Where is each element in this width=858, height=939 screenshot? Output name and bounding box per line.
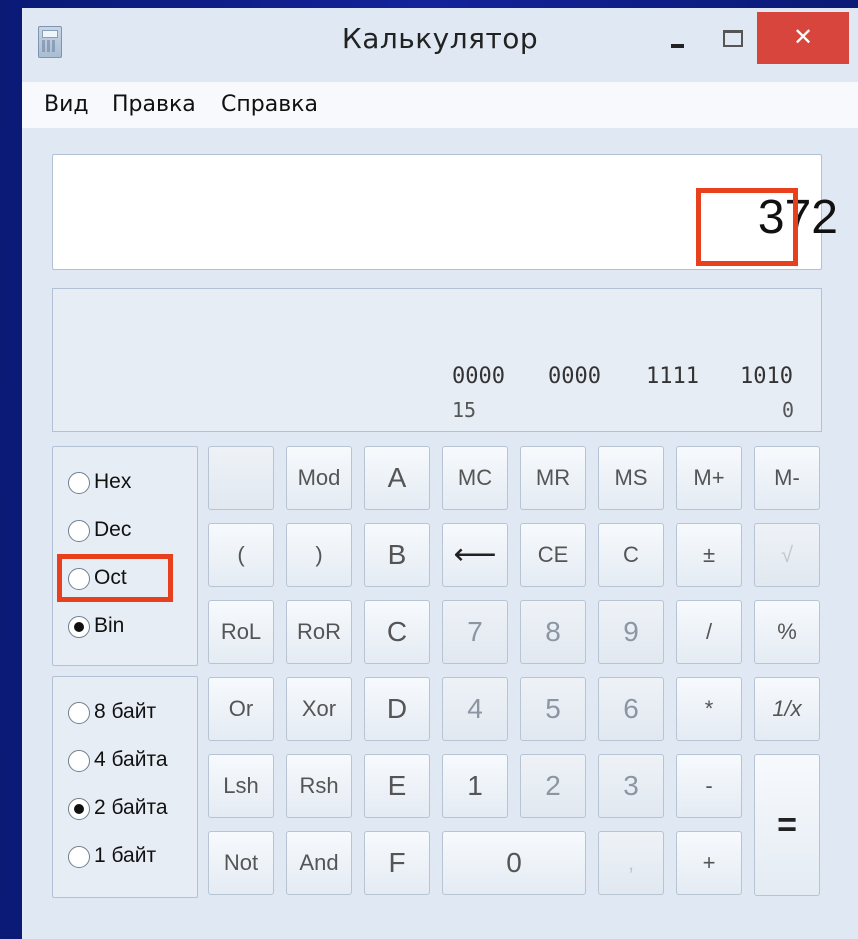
maximize-button[interactable] [717,24,747,54]
digit-4-button[interactable]: 4 [442,677,508,741]
hex-c-button[interactable]: C [364,600,430,664]
multiply-button[interactable]: * [676,677,742,741]
digit-0-button[interactable]: 0 [442,831,586,895]
menu-help[interactable]: Справка [221,92,318,117]
radio-hex-circle[interactable] [68,472,90,494]
digit-1-button[interactable]: 1 [442,754,508,818]
calculator-window: Калькулятор ✕ Вид Правка Справка 372 000… [22,8,858,939]
subtract-button[interactable]: - [676,754,742,818]
digit-3-button[interactable]: 3 [598,754,664,818]
digit-2-button[interactable]: 2 [520,754,586,818]
bit-group-2: 0000 [548,364,601,389]
memory-add-button[interactable]: M+ [676,446,742,510]
hex-b-button[interactable]: B [364,523,430,587]
right-paren-button[interactable]: ) [286,523,352,587]
digit-5-button[interactable]: 5 [520,677,586,741]
reciprocal-button[interactable]: 1/x [754,677,820,741]
radio-dec-circle[interactable] [68,520,90,542]
not-button[interactable]: Not [208,831,274,895]
memory-store-button[interactable]: MS [598,446,664,510]
rotate-right-button[interactable]: RoR [286,600,352,664]
clear-button[interactable]: C [598,523,664,587]
blank-button [208,446,274,510]
hex-d-button[interactable]: D [364,677,430,741]
hex-f-button[interactable]: F [364,831,430,895]
or-button[interactable]: Or [208,677,274,741]
rotate-left-button[interactable]: RoL [208,600,274,664]
hex-e-button[interactable]: E [364,754,430,818]
bit-group-1: 0000 [452,364,505,389]
radio-4-bytes-label: 4 байта [94,748,168,771]
digit-8-button[interactable]: 8 [520,600,586,664]
radio-2-bytes-label: 2 байта [94,796,168,819]
radio-8-bytes-circle[interactable] [68,702,90,724]
and-button[interactable]: And [286,831,352,895]
left-paren-button[interactable]: ( [208,523,274,587]
bit-index-left: 15 [452,398,477,422]
menu-view[interactable]: Вид [44,92,89,117]
bit-group-4: 1010 [740,364,793,389]
radio-4-bytes-circle[interactable] [68,750,90,772]
memory-recall-button[interactable]: MR [520,446,586,510]
clear-entry-button[interactable]: CE [520,523,586,587]
add-button[interactable]: + [676,831,742,895]
hex-a-button[interactable]: A [364,446,430,510]
radio-bin-label: Bin [94,614,125,637]
decimal-comma-button: , [598,831,664,895]
radio-dec-label: Dec [94,518,132,541]
close-button[interactable]: ✕ [757,12,849,64]
sqrt-button: √ [754,523,820,587]
memory-clear-button[interactable]: MC [442,446,508,510]
menu-edit[interactable]: Правка [112,92,196,117]
bit-index-right: 0 [782,398,795,422]
radio-2-bytes-circle[interactable] [68,798,90,820]
title-bar: Калькулятор ✕ [22,8,858,78]
digit-9-button[interactable]: 9 [598,600,664,664]
radio-8-bytes-label: 8 байт [94,700,157,723]
digit-7-button[interactable]: 7 [442,600,508,664]
memory-subtract-button[interactable]: M- [754,446,820,510]
binary-bit-panel [52,288,822,432]
left-shift-button[interactable]: Lsh [208,754,274,818]
equals-button[interactable]: = [754,754,820,896]
radio-bin-circle[interactable] [68,616,90,638]
radio-1-byte-circle[interactable] [68,846,90,868]
minimize-button[interactable] [662,30,692,60]
plus-minus-button[interactable]: ± [676,523,742,587]
right-shift-button[interactable]: Rsh [286,754,352,818]
divide-button[interactable]: / [676,600,742,664]
menu-bar: Вид Правка Справка [22,82,858,128]
digit-6-button[interactable]: 6 [598,677,664,741]
display-highlight-frame [696,188,798,266]
bit-group-3: 1111 [646,364,699,389]
radio-hex-label: Hex [94,470,132,493]
backspace-button[interactable]: ⟵ [442,523,508,587]
oct-highlight-frame [57,554,173,602]
mod-button[interactable]: Mod [286,446,352,510]
xor-button[interactable]: Xor [286,677,352,741]
percent-button[interactable]: % [754,600,820,664]
radio-1-byte-label: 1 байт [94,844,157,867]
